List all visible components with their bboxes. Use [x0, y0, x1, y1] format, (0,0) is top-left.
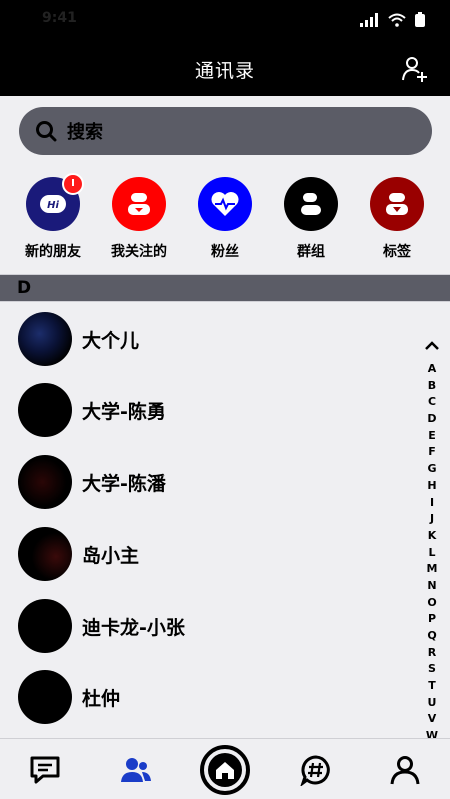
index-letter[interactable]: N — [424, 578, 440, 595]
chevron-up-icon[interactable] — [423, 338, 441, 354]
entry-label: 我关注的 — [111, 244, 167, 260]
page-title: 通讯录 — [194, 60, 255, 82]
search-placeholder: 搜索 — [67, 122, 103, 143]
contact-name: 大学-陈潘 — [82, 473, 166, 495]
index-letter[interactable]: T — [424, 678, 440, 695]
index-letter[interactable]: A — [424, 361, 440, 378]
contacts-screen: 9:41 通讯录 搜索 Hi 新的朋友 我关注的 粉丝 群组 标签 D 大个儿 … — [0, 0, 450, 799]
index-letter[interactable]: B — [424, 378, 440, 395]
svg-text:Hi: Hi — [47, 200, 59, 211]
avatar — [18, 455, 72, 509]
avatar — [18, 670, 72, 724]
index-letter[interactable]: I — [424, 495, 440, 512]
index-letter[interactable]: O — [424, 595, 440, 612]
avatar — [18, 383, 72, 437]
avatar — [18, 599, 72, 653]
avatar — [18, 312, 72, 366]
new-friend-icon: Hi — [26, 173, 84, 231]
entry-tags[interactable]: 标签 — [355, 177, 439, 261]
index-letter[interactable]: F — [424, 444, 440, 461]
tab-messages[interactable] — [15, 739, 75, 799]
heart-pulse-icon — [198, 177, 252, 231]
tab-profile[interactable] — [375, 739, 435, 799]
entry-following[interactable]: 我关注的 — [97, 177, 181, 261]
index-letter[interactable]: L — [424, 545, 440, 562]
contact-row[interactable]: 大个儿 — [0, 312, 410, 372]
index-letter[interactable]: V — [424, 711, 440, 728]
notification-badge — [62, 173, 84, 195]
alphabet-index[interactable]: ABCDEFGHIJKLMNOPQRSTUVWXYZ — [424, 361, 440, 795]
battery-icon — [415, 12, 425, 27]
avatar — [18, 527, 72, 581]
contacts-icon — [121, 757, 151, 782]
index-letter[interactable]: G — [424, 461, 440, 478]
index-letter[interactable]: Q — [424, 628, 440, 645]
entry-label: 新的朋友 — [25, 244, 81, 260]
entry-label: 标签 — [383, 244, 411, 260]
contact-name: 迪卡龙-小张 — [82, 617, 185, 639]
index-letter[interactable]: U — [424, 695, 440, 712]
tab-topics[interactable] — [286, 739, 346, 799]
bottom-tab-bar — [0, 738, 450, 799]
status-icons — [360, 12, 428, 28]
home-icon — [200, 744, 250, 795]
tab-contacts[interactable] — [106, 739, 166, 799]
contact-row[interactable]: 杜仲 — [0, 670, 410, 730]
index-letter[interactable]: P — [424, 611, 440, 628]
entry-groups[interactable]: 群组 — [269, 177, 353, 261]
top-header: 9:41 通讯录 — [0, 0, 450, 96]
index-letter[interactable]: R — [424, 645, 440, 662]
contact-row[interactable]: 迪卡龙-小张 — [0, 599, 410, 659]
signal-icon — [360, 13, 378, 27]
contact-name: 杜仲 — [82, 688, 121, 710]
contact-name: 大个儿 — [82, 330, 140, 352]
tag-icon — [370, 177, 424, 231]
contact-name: 岛小主 — [82, 545, 140, 567]
entry-fans[interactable]: 粉丝 — [183, 177, 267, 261]
contact-row[interactable]: 岛小主 — [0, 527, 410, 587]
index-letter[interactable]: C — [424, 394, 440, 411]
search-icon — [36, 121, 57, 142]
section-letter: D — [17, 278, 32, 298]
index-letter[interactable]: J — [424, 511, 440, 528]
entry-label: 粉丝 — [211, 244, 239, 260]
tab-home[interactable] — [195, 739, 255, 799]
search-input[interactable]: 搜索 — [19, 107, 432, 155]
chat-icon — [30, 756, 60, 783]
follow-icon — [112, 177, 166, 231]
contact-name: 大学-陈勇 — [82, 401, 166, 423]
index-letter[interactable]: E — [424, 428, 440, 445]
wifi-icon — [388, 13, 406, 27]
contact-row[interactable]: 大学-陈勇 — [0, 383, 410, 443]
profile-icon — [390, 755, 420, 784]
entry-new-friends[interactable]: Hi 新的朋友 — [11, 173, 95, 261]
index-letter[interactable]: S — [424, 661, 440, 678]
section-header: D — [0, 274, 450, 302]
group-icon — [284, 177, 338, 231]
entry-label: 群组 — [297, 244, 325, 260]
contact-row[interactable]: 大学-陈潘 — [0, 455, 410, 515]
status-time: 9:41 — [42, 10, 77, 26]
index-letter[interactable]: K — [424, 528, 440, 545]
index-letter[interactable]: H — [424, 478, 440, 495]
add-friend-icon[interactable] — [402, 56, 428, 82]
index-letter[interactable]: D — [424, 411, 440, 428]
hashtag-chat-icon — [300, 754, 330, 786]
quick-entries: Hi 新的朋友 我关注的 粉丝 群组 标签 — [0, 173, 450, 261]
index-letter[interactable]: M — [424, 561, 440, 578]
